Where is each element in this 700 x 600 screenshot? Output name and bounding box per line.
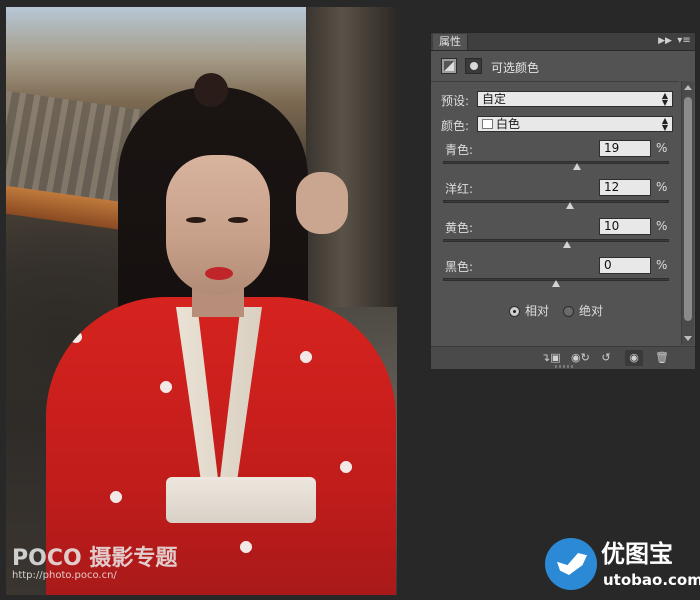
photo-white-sash [166,477,316,523]
photo-right-eye [228,217,248,223]
photo-hair-bun [194,73,228,107]
black-value-input[interactable]: 0 [599,257,651,274]
magenta-slider-track[interactable] [443,200,669,203]
panel-resize-grip[interactable] [555,365,575,368]
tab-properties[interactable]: 属性 [433,34,468,50]
yellow-value-input[interactable]: 10 [599,218,651,235]
scroll-down-icon[interactable] [684,336,692,341]
photo-image [6,7,397,595]
clip-to-layer-icon[interactable]: ↴▣ [541,350,561,366]
visibility-icon[interactable]: ◉ [625,350,643,366]
method-radio-group: 相对 绝对 [509,303,669,321]
layer-mask-icon[interactable] [465,58,482,74]
panel-tab-bar: 属性 ▶▶ ▾≡ [431,33,695,51]
poco-watermark-url: http://photo.poco.cn/ [12,570,117,581]
photo-raised-hand [296,172,348,234]
bird-logo-icon [545,538,597,590]
yellow-label: 黄色: [445,221,474,235]
panel-menu-icon[interactable]: ▾≡ [676,34,692,48]
relative-radio-label: 相对 [525,304,550,318]
utobao-watermark: 优图宝 utobao.com [545,538,700,596]
black-percent-unit: % [656,258,668,272]
photo-left-eye [186,217,206,223]
radio-checked-icon [509,306,520,317]
yellow-slider-thumb[interactable] [563,241,572,248]
scroll-up-icon[interactable] [684,85,692,90]
cyan-label: 青色: [445,143,474,157]
photo-red-lips [205,267,233,280]
preset-select[interactable]: 自定 ▲ ▼ [477,91,673,107]
selective-color-adjustment-icon[interactable] [441,58,457,74]
yellow-percent-unit: % [656,219,668,233]
colors-select-value: 白色 [496,117,521,131]
absolute-radio-label: 绝对 [579,304,604,318]
magenta-slider-thumb[interactable] [565,202,574,209]
utobao-watermark-url: utobao.com [603,571,700,589]
panel-header: 可选颜色 [431,51,679,82]
view-previous-icon[interactable]: ◉↻ [571,350,590,366]
cyan-value-input[interactable]: 19 [599,140,651,157]
trash-icon[interactable]: 🗑 [653,350,671,366]
magenta-label: 洋红: [445,182,474,196]
poco-watermark-brand: POCO 摄影专题 [12,546,178,571]
cyan-slider-track[interactable] [443,161,669,164]
double-chevron-right-icon[interactable]: ▶▶ [658,34,672,48]
panel-scrollbar[interactable] [681,81,694,345]
utobao-watermark-brand: 优图宝 [601,540,673,568]
reset-icon[interactable]: ↺ [597,350,615,366]
radio-unchecked-icon [563,306,574,317]
poco-watermark: POCO 摄影专题 http://photo.poco.cn/ [12,548,182,588]
photo-wooden-pillar [306,7,397,327]
yellow-slider-track[interactable] [443,239,669,242]
properties-panel: 属性 ▶▶ ▾≡ 可选颜色 预设: 自定 ▲ ▼ 颜色: 白色 ▲ ▼ 青色: 19… [430,32,696,369]
colors-select[interactable]: 白色 ▲ ▼ [477,116,673,132]
cyan-slider-thumb[interactable] [573,163,582,170]
black-slider-thumb[interactable] [552,280,560,287]
magenta-value-input[interactable]: 12 [599,179,651,196]
scrollbar-thumb[interactable] [684,97,692,321]
select-arrows-icon: ▲ ▼ [661,116,669,132]
preset-select-value: 自定 [482,92,507,106]
white-swatch-icon [482,119,493,129]
preset-label: 预设: [441,94,470,108]
relative-radio[interactable]: 相对 [509,303,549,319]
cyan-percent-unit: % [656,141,668,155]
magenta-percent-unit: % [656,180,668,194]
black-label: 黑色: [445,260,474,274]
select-arrows-icon: ▲ ▼ [661,91,669,107]
adjustment-title: 可选颜色 [491,61,540,75]
colors-label: 颜色: [441,119,470,133]
absolute-radio[interactable]: 绝对 [563,303,603,319]
